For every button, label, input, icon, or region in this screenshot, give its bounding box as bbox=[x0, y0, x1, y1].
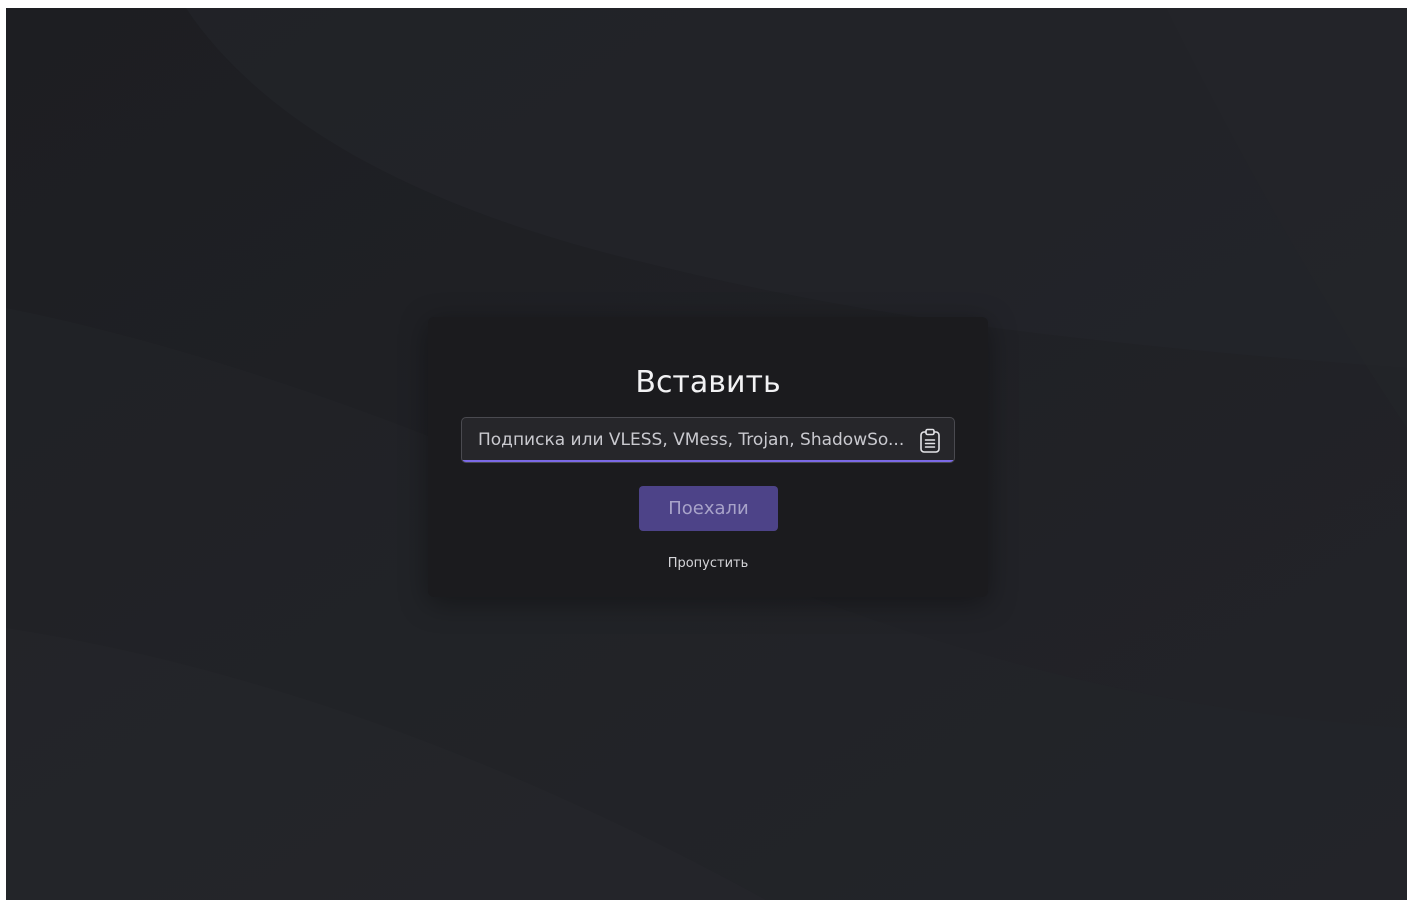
dialog-title: Вставить bbox=[635, 365, 781, 400]
skip-link[interactable]: Пропустить bbox=[428, 555, 988, 573]
subscription-input[interactable] bbox=[462, 418, 908, 462]
paste-dialog: Вставить Поехали Пропустить bbox=[428, 317, 988, 597]
clipboard-icon bbox=[920, 428, 940, 453]
subscription-input-wrapper bbox=[461, 417, 955, 463]
paste-button[interactable] bbox=[916, 427, 944, 455]
app-window: Вставить Поехали Пропустить bbox=[6, 8, 1407, 900]
go-button[interactable]: Поехали bbox=[639, 486, 778, 531]
